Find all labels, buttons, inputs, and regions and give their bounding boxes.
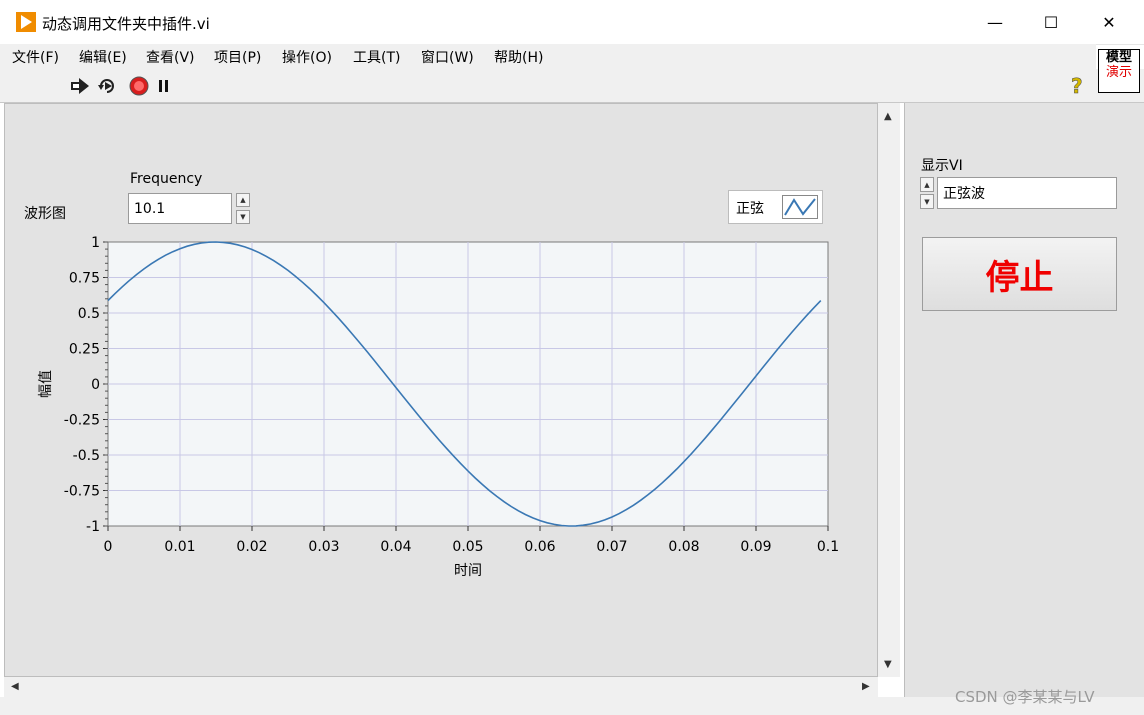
scroll-right-icon[interactable]: ▶ [862,681,870,692]
maximize-button[interactable]: ☐ [1022,0,1080,44]
ring-increment-icon[interactable]: ▲ [920,177,934,192]
vertical-scrollbar[interactable]: ▲ ▼ [878,103,900,677]
labview-app-icon [16,12,36,32]
increment-arrow-icon[interactable]: ▲ [236,193,250,207]
vi-icon-line2: 演示 [1105,65,1132,80]
menu-window[interactable]: 窗口(W) [421,47,474,67]
pause-icon[interactable] [157,78,171,94]
stop-button[interactable]: 停止 [922,237,1117,311]
window-title: 动态调用文件夹中插件.vi [42,15,210,33]
run-icon[interactable] [70,77,90,95]
watermark-text: CSDN @李某某与LV [955,688,1095,706]
legend-series-name: 正弦 [736,201,764,217]
scroll-up-icon[interactable]: ▲ [884,111,892,122]
display-vi-label: 显示VI [921,158,963,174]
frequency-input[interactable]: 10.1 [128,193,232,224]
horizontal-scrollbar[interactable]: ◀ ▶ [4,677,878,697]
abort-icon[interactable] [129,76,149,96]
menu-tools[interactable]: 工具(T) [353,47,400,67]
vi-icon-model-demo: 模型 演示 [1098,49,1140,93]
menu-operate[interactable]: 操作(O) [282,47,332,67]
minimize-button[interactable]: — [966,0,1024,44]
run-continuously-icon[interactable] [97,77,117,95]
vi-icon-line1: 模型 [1105,50,1132,65]
help-icon[interactable]: ? [1071,74,1083,99]
close-button[interactable]: ✕ [1080,0,1138,44]
scroll-down-icon[interactable]: ▼ [884,659,892,670]
menu-view[interactable]: 查看(V) [146,47,195,67]
legend-line-sample[interactable] [782,195,818,219]
menu-help[interactable]: 帮助(H) [494,47,543,67]
scroll-left-icon[interactable]: ◀ [11,681,19,692]
menu-file[interactable]: 文件(F) [12,47,59,67]
toolbar [0,69,1144,103]
plot-legend[interactable]: 正弦 [728,190,823,224]
menu-edit[interactable]: 编辑(E) [79,47,127,67]
decrement-arrow-icon[interactable]: ▼ [236,210,250,224]
display-vi-ring[interactable]: 正弦波 [937,177,1117,209]
ring-decrement-icon[interactable]: ▼ [920,194,934,209]
waveform-graph-label: 波形图 [24,206,66,222]
menu-project[interactable]: 项目(P) [214,47,261,67]
frequency-label: Frequency [130,171,203,187]
